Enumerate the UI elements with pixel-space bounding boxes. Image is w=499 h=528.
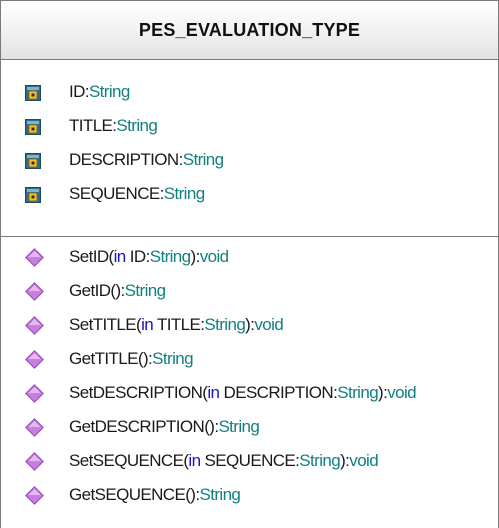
operation-name: GetTITLE xyxy=(69,349,138,368)
operation-text: GetID():String xyxy=(69,281,166,301)
operation-name: SetDESCRIPTION xyxy=(69,383,203,402)
public-operation-icon xyxy=(25,282,44,301)
operation-row[interactable]: SetTITLE(in TITLE:String):void xyxy=(1,311,498,339)
attribute-row[interactable]: ID:String xyxy=(1,78,498,106)
attribute-row[interactable]: TITLE:String xyxy=(1,112,498,140)
return-type: void xyxy=(254,315,284,334)
public-operation-icon xyxy=(25,452,44,471)
public-operation-icon xyxy=(25,248,44,267)
operation-open-paren: () xyxy=(204,417,215,436)
operation-row[interactable]: SetSEQUENCE(in SEQUENCE:String):void xyxy=(1,447,498,475)
return-type: void xyxy=(387,383,417,402)
attribute-name: ID xyxy=(69,82,85,101)
protected-attribute-icon xyxy=(25,119,41,135)
param-name: SEQUENCE xyxy=(200,451,296,470)
param-type: String xyxy=(337,383,379,402)
param-direction: in xyxy=(141,315,154,334)
operation-name: SetTITLE xyxy=(69,315,137,334)
operation-row[interactable]: GetDESCRIPTION():String xyxy=(1,413,498,441)
protected-attribute-icon xyxy=(25,85,41,101)
attribute-text: DESCRIPTION:String xyxy=(69,150,224,170)
attribute-text: ID:String xyxy=(69,82,130,102)
operation-row[interactable]: GetID():String xyxy=(1,277,498,305)
public-operation-icon xyxy=(25,316,44,335)
class-header: PES_EVALUATION_TYPE xyxy=(1,1,498,60)
protected-attribute-icon xyxy=(25,153,41,169)
operation-text: SetID(in ID:String):void xyxy=(69,247,229,267)
operation-row[interactable]: GetSEQUENCE():String xyxy=(1,481,498,509)
operation-name: GetSEQUENCE xyxy=(69,485,186,504)
operations-compartment: SetID(in ID:String):void GetID():String … xyxy=(1,237,498,528)
return-type: void xyxy=(199,247,229,266)
param-name: DESCRIPTION xyxy=(219,383,334,402)
operation-open-paren: () xyxy=(137,349,149,368)
param-direction: in xyxy=(113,247,127,266)
operation-row[interactable]: GetTITLE():String xyxy=(1,345,498,373)
protected-attribute-icon xyxy=(25,187,41,203)
return-type: String xyxy=(218,417,260,436)
attribute-type: String xyxy=(116,116,158,135)
attribute-type: String xyxy=(182,150,224,169)
attribute-name: DESCRIPTION xyxy=(69,150,179,169)
return-type: void xyxy=(349,451,379,470)
operation-text: GetSEQUENCE():String xyxy=(69,485,241,505)
operation-row[interactable]: SetDESCRIPTION(in DESCRIPTION:String):vo… xyxy=(1,379,498,407)
operation-text: GetDESCRIPTION():String xyxy=(69,417,260,437)
operation-name: GetID xyxy=(69,281,111,300)
return-type: String xyxy=(199,485,241,504)
attribute-name: TITLE xyxy=(69,116,113,135)
param-type: String xyxy=(299,451,341,470)
public-operation-icon xyxy=(25,350,44,369)
uml-class-box[interactable]: PES_EVALUATION_TYPE ID:String TITLE:Stri xyxy=(0,0,499,528)
param-type: String xyxy=(204,315,246,334)
operation-close: ): xyxy=(378,383,388,402)
attributes-compartment: ID:String TITLE:String DESCRIPTION:Strin… xyxy=(1,60,498,237)
attribute-row[interactable]: SEQUENCE:String xyxy=(1,180,498,208)
public-operation-icon xyxy=(25,384,44,403)
operation-text: SetSEQUENCE(in SEQUENCE:String):void xyxy=(69,451,379,471)
attribute-type: String xyxy=(88,82,130,101)
operation-name: GetDESCRIPTION xyxy=(69,417,205,436)
operation-text: SetDESCRIPTION(in DESCRIPTION:String):vo… xyxy=(69,383,417,403)
param-type: String xyxy=(149,247,191,266)
operation-open-paren: () xyxy=(110,281,121,300)
operation-open-paren: () xyxy=(185,485,196,504)
attribute-name: SEQUENCE xyxy=(69,184,160,203)
param-direction: in xyxy=(207,383,220,402)
operation-close: ): xyxy=(340,451,350,470)
attribute-type: String xyxy=(163,184,205,203)
operation-text: GetTITLE():String xyxy=(69,349,194,369)
param-name: ID xyxy=(125,247,146,266)
operation-text: SetTITLE(in TITLE:String):void xyxy=(69,315,284,335)
operation-close: ): xyxy=(245,315,255,334)
param-name: TITLE xyxy=(153,315,201,334)
return-type: String xyxy=(124,281,166,300)
attribute-text: TITLE:String xyxy=(69,116,158,136)
class-name: PES_EVALUATION_TYPE xyxy=(138,19,361,40)
attribute-row[interactable]: DESCRIPTION:String xyxy=(1,146,498,174)
attribute-text: SEQUENCE:String xyxy=(69,184,205,204)
operation-name: SetSEQUENCE xyxy=(69,451,184,470)
return-type: String xyxy=(152,349,193,368)
public-operation-icon xyxy=(25,486,44,505)
param-direction: in xyxy=(188,451,201,470)
operation-row[interactable]: SetID(in ID:String):void xyxy=(1,243,498,271)
operation-name: SetID xyxy=(69,247,109,266)
public-operation-icon xyxy=(25,418,44,437)
operation-close: ): xyxy=(190,247,201,266)
